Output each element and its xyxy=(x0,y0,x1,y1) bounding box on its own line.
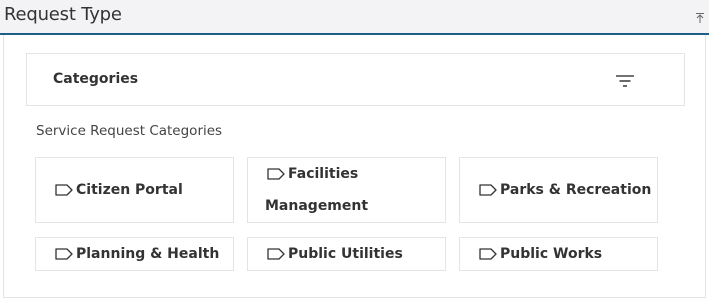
tag-icon xyxy=(55,184,73,196)
category-card-parks-recreation[interactable]: Parks & Recreation xyxy=(459,157,658,223)
category-card-planning-health[interactable]: Planning & Health xyxy=(35,237,234,271)
category-label: Citizen Portal xyxy=(76,182,183,198)
categories-label: Categories xyxy=(53,71,139,87)
category-label: Planning & Health xyxy=(76,246,220,262)
tag-icon xyxy=(267,168,285,180)
section-label: Service Request Categories xyxy=(36,123,223,139)
categories-filter-bar: Categories xyxy=(26,53,685,106)
tag-icon xyxy=(267,248,285,260)
category-label: Parks & Recreation xyxy=(500,182,652,198)
panel-title: Request Type xyxy=(4,4,122,25)
tag-icon xyxy=(479,184,497,196)
category-card-facilities-management[interactable]: Facilities Management xyxy=(247,157,446,223)
category-label-line2: Management xyxy=(265,198,369,214)
category-label: Public Works xyxy=(500,246,603,262)
panel-header: Request Type xyxy=(0,0,709,35)
filter-icon[interactable] xyxy=(615,73,635,89)
category-card-public-utilities[interactable]: Public Utilities xyxy=(247,237,446,271)
category-label: Public Utilities xyxy=(288,246,403,262)
tag-icon xyxy=(55,248,73,260)
tag-icon xyxy=(479,248,497,260)
collapse-up-icon[interactable] xyxy=(694,12,706,24)
category-label: Facilities xyxy=(288,166,359,182)
category-card-citizen-portal[interactable]: Citizen Portal xyxy=(35,157,234,223)
category-card-public-works[interactable]: Public Works xyxy=(459,237,658,271)
